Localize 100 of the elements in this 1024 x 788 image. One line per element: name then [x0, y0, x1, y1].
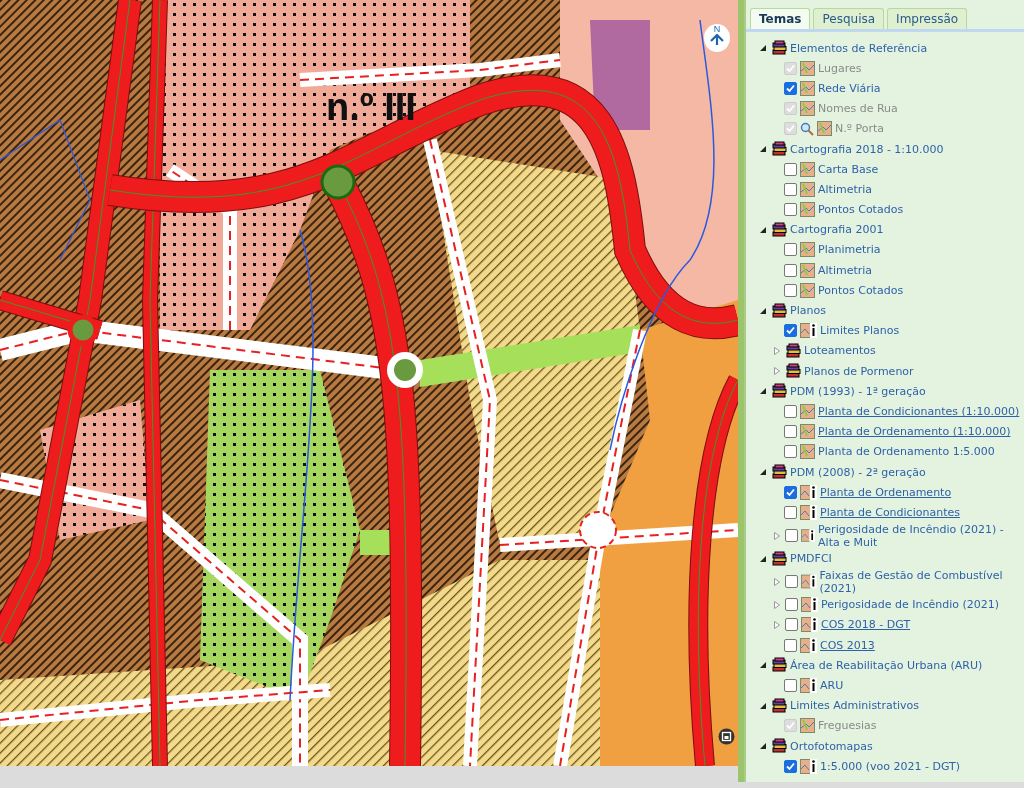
- layer-checkbox[interactable]: [784, 162, 797, 176]
- layer-checkbox[interactable]: [785, 575, 798, 589]
- layer-link[interactable]: COS 2018 - DGT: [821, 618, 911, 632]
- layer-checkbox[interactable]: [784, 638, 797, 652]
- layer-checkbox[interactable]: [785, 529, 798, 542]
- collapse-arrow-icon[interactable]: [758, 660, 768, 671]
- layer-label: Nomes de Rua: [818, 102, 898, 116]
- layer-label: Freguesias: [818, 719, 877, 733]
- layer-thumbnail-icon: [800, 262, 815, 278]
- layers-icon: [771, 141, 787, 158]
- layer-thumbnail-icon: [800, 202, 815, 218]
- collapse-arrow-icon[interactable]: [758, 467, 768, 478]
- layer-thumbnail-icon: [800, 718, 815, 734]
- layers-icon: [771, 302, 787, 319]
- layer-checkbox[interactable]: [784, 243, 797, 257]
- layer-group-label[interactable]: PMDFCI: [790, 552, 832, 566]
- layer-thumbnail-icon: [800, 60, 815, 76]
- layer-group-label[interactable]: Área de Reabilitação Urbana (ARU): [790, 658, 983, 672]
- layer-checkbox[interactable]: [785, 618, 798, 632]
- collapse-arrow-icon[interactable]: [758, 144, 768, 155]
- layers-icon: [771, 383, 787, 400]
- layer-info-icon[interactable]: [800, 678, 817, 694]
- layer-link[interactable]: Planta de Condicionantes: [820, 505, 960, 519]
- layer-thumbnail-icon: [817, 121, 832, 137]
- layer-checkbox[interactable]: [784, 505, 797, 519]
- layer-checkbox[interactable]: [784, 679, 797, 693]
- layer-checkbox[interactable]: [784, 759, 797, 773]
- layers-icon: [771, 40, 787, 57]
- layer-label: Pontos Cotados: [818, 203, 904, 217]
- layer-label: Lugares: [818, 61, 862, 75]
- layer-info-icon[interactable]: [801, 597, 818, 613]
- layer-thumbnail-icon: [800, 282, 815, 298]
- layers-icon: [771, 550, 787, 567]
- collapse-arrow-icon[interactable]: [758, 741, 768, 752]
- layer-group-label[interactable]: Ortofotomapas: [790, 739, 873, 753]
- layer-label: Limites Planos: [820, 324, 900, 338]
- layer-group-label[interactable]: Elementos de Referência: [790, 41, 928, 55]
- layer-info-icon[interactable]: [801, 528, 816, 543]
- expand-arrow-icon[interactable]: [772, 576, 782, 587]
- layer-group-label[interactable]: PDM (1993) - 1ª geração: [790, 384, 926, 398]
- layer-checkbox[interactable]: [784, 263, 797, 277]
- layer-link[interactable]: Planta de Condicionantes (1:10.000): [818, 404, 1020, 418]
- layer-checkbox[interactable]: [784, 445, 797, 459]
- north-arrow-icon: [710, 34, 724, 46]
- layers-icon: [771, 738, 787, 755]
- expand-arrow-icon[interactable]: [772, 345, 782, 356]
- layer-label: Planta de Ordenamento 1:5.000: [818, 445, 995, 459]
- layer-group-label[interactable]: Planos: [790, 304, 826, 318]
- layer-thumbnail-icon: [800, 424, 815, 440]
- layer-checkbox[interactable]: [785, 598, 798, 612]
- layer-thumbnail-icon: [800, 181, 815, 197]
- tab[interactable]: Pesquisa: [813, 8, 885, 29]
- layers-icon: [771, 221, 787, 238]
- layer-thumbnail-icon: [800, 80, 815, 96]
- layer-info-icon[interactable]: [800, 758, 817, 774]
- layer-checkbox[interactable]: [784, 203, 797, 217]
- layer-group-label[interactable]: Cartografia 2018 - 1:10.000: [790, 142, 944, 156]
- expand-arrow-icon[interactable]: [772, 599, 782, 610]
- layer-thumbnail-icon: [800, 444, 815, 460]
- expand-arrow-icon[interactable]: [772, 366, 782, 377]
- tab[interactable]: Temas: [750, 8, 811, 29]
- layer-checkbox[interactable]: [784, 404, 797, 418]
- layer-info-icon[interactable]: [800, 504, 817, 520]
- layer-label: Altimetria: [818, 182, 873, 196]
- layer-link[interactable]: Planta de Ordenamento (1:10.000): [818, 425, 1011, 439]
- layer-label: 1:5.000 (voo 2021 - DGT): [820, 759, 961, 773]
- layer-info-icon[interactable]: [800, 484, 817, 500]
- layer-checkbox[interactable]: [784, 485, 797, 499]
- layer-thumbnail-icon: [800, 242, 815, 258]
- layer-group-label[interactable]: Planos de Pormenor: [804, 364, 914, 378]
- layers-icon: [771, 657, 787, 674]
- layer-label: ARU: [820, 679, 844, 693]
- collapse-arrow-icon[interactable]: [758, 43, 768, 54]
- overview-toggle-icon[interactable]: [718, 728, 735, 745]
- expand-arrow-icon[interactable]: [772, 619, 782, 630]
- layer-checkbox[interactable]: [784, 182, 797, 196]
- layer-link[interactable]: COS 2013: [820, 638, 875, 652]
- layer-label: Perigosidade de Incêndio (2021) - Alta e Muit: [818, 522, 1005, 549]
- layer-info-icon[interactable]: [800, 323, 817, 339]
- layer-label: Altimetria: [818, 263, 873, 277]
- layer-group-label[interactable]: Cartografia 2001: [790, 223, 884, 237]
- expand-arrow-icon[interactable]: [772, 530, 782, 541]
- layer-checkbox[interactable]: [784, 425, 797, 439]
- layer-checkbox[interactable]: [784, 81, 797, 95]
- layer-info-icon[interactable]: [801, 617, 818, 633]
- layer-checkbox[interactable]: [784, 283, 797, 297]
- layer-label: Perigosidade de Incêndio (2021): [821, 598, 1000, 612]
- layer-checkbox[interactable]: [784, 324, 797, 338]
- tab[interactable]: Impressão: [887, 8, 968, 29]
- layers-icon: [785, 342, 801, 359]
- layers-icon: [771, 697, 787, 714]
- layer-group-label[interactable]: PDM (2008) - 2ª geração: [790, 465, 926, 479]
- collapse-arrow-icon[interactable]: [758, 386, 768, 397]
- layer-label: N.º Porta: [835, 122, 884, 136]
- layer-info-icon[interactable]: [801, 574, 817, 590]
- layer-info-icon[interactable]: [800, 637, 817, 653]
- layer-link[interactable]: Planta de Ordenamento: [820, 485, 952, 499]
- layer-group-label[interactable]: Limites Administrativos: [790, 699, 920, 713]
- layer-label: Planimetria: [818, 243, 881, 257]
- layer-group-label[interactable]: Loteamentos: [804, 344, 876, 358]
